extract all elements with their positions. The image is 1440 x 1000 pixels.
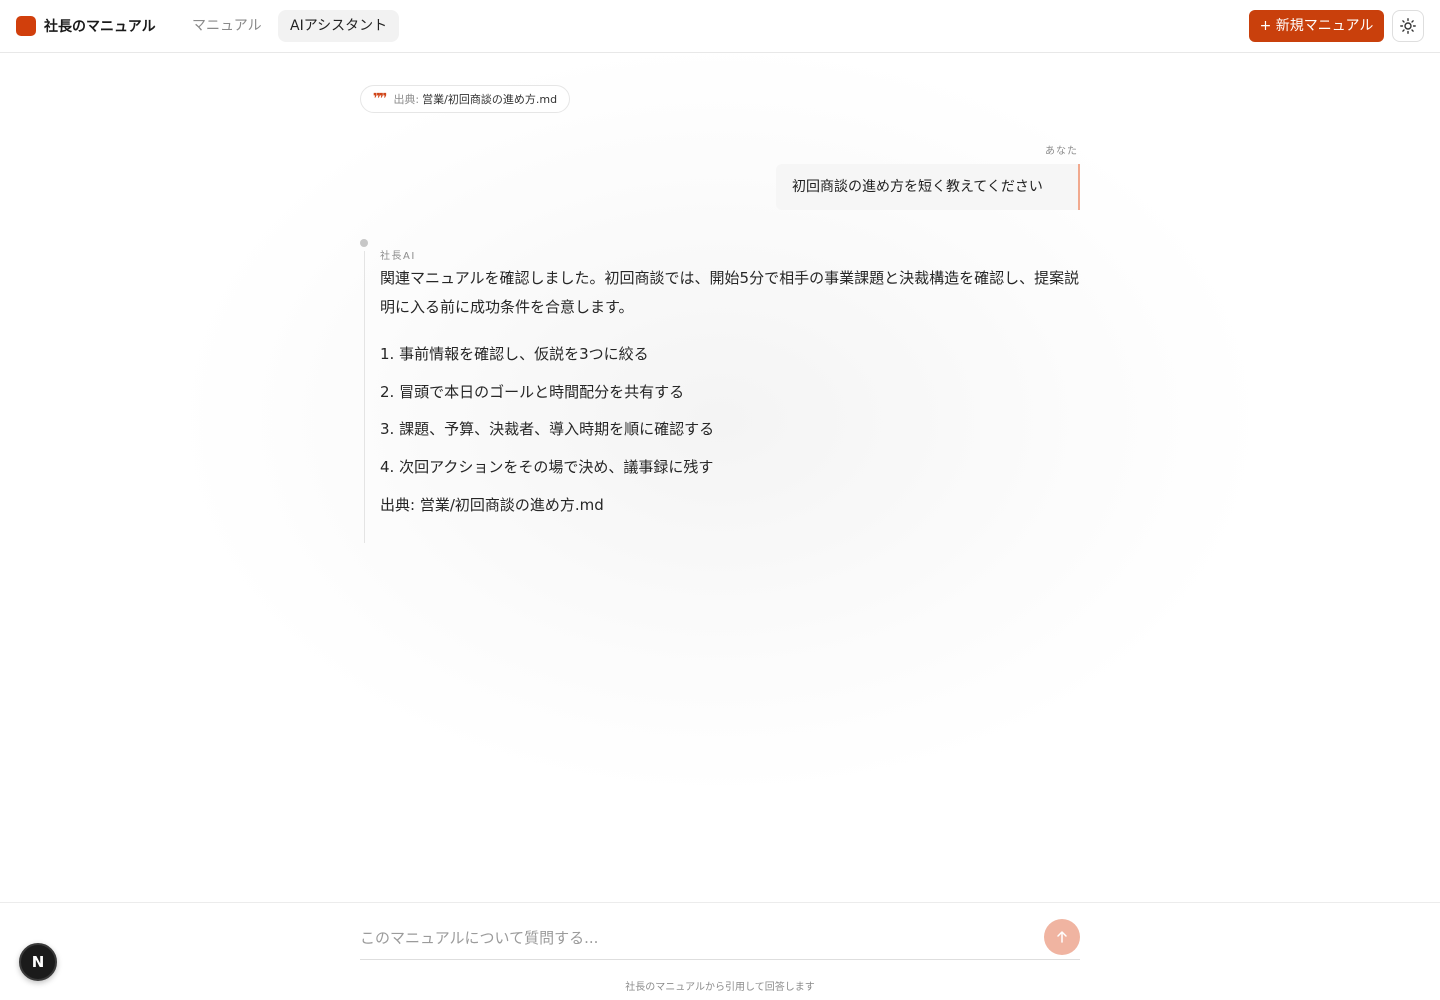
user-message-bubble: 初回商談の進め方を短く教えてください [776, 164, 1080, 210]
ai-message-paragraph: 関連マニュアルを確認しました。初回商談では、開始5分で相手の事業課題と決裁構造を… [380, 269, 1080, 316]
composer [360, 918, 1080, 960]
sun-icon [1400, 18, 1416, 34]
brand-name[interactable]: 社長のマニュアル [44, 16, 156, 36]
theme-toggle-button[interactable] [1392, 10, 1424, 42]
nav-manual[interactable]: マニュアル [180, 10, 274, 42]
ai-message-rail [364, 251, 365, 543]
source-chip-file: 営業/初回商談の進め方.md [422, 93, 558, 106]
dev-badge[interactable]: N [19, 943, 57, 981]
new-manual-button[interactable]: + 新規マニュアル [1249, 10, 1384, 42]
ai-message-source: 出典: 営業/初回商談の進め方.md [380, 495, 604, 514]
source-chip[interactable]: ❞❞ 出典: 営業/初回商談の進め方.md [360, 85, 571, 113]
list-item: 4. 次回アクションをその場で決め、議事録に残す [380, 457, 714, 476]
quote-icon: ❞❞ [373, 91, 388, 107]
ai-step-list: 1. 事前情報を確認し、仮説を3つに絞る 2. 冒頭で本日のゴールと時間配分を共… [380, 342, 1080, 480]
list-item: 3. 課題、予算、決裁者、導入時期を順に確認する [380, 420, 715, 438]
logo-icon[interactable] [16, 16, 36, 36]
ai-message-body: 関連マニュアルを確認しました。初回商談では、開始5分で相手の事業課題と決裁構造を… [380, 264, 1080, 518]
source-chip-label: 出典: [393, 93, 420, 106]
list-item: 2. 冒頭で本日のゴールと時間配分を共有する [380, 382, 685, 401]
list-item: 1. 事前情報を確認し、仮説を3つに絞る [380, 345, 649, 363]
top-header: 社長のマニュアル マニュアル AIアシスタント + 新規マニュアル [0, 0, 1440, 53]
chat-input[interactable] [360, 924, 1030, 952]
composer-footnote: 社長のマニュアルから引用して回答します [625, 982, 815, 993]
nav-ai-assistant[interactable]: AIアシスタント [278, 10, 400, 42]
arrow-up-icon [1057, 931, 1067, 943]
send-button[interactable] [1044, 919, 1080, 955]
ai-author-label: 社長AI [380, 251, 416, 262]
ai-message-dot [360, 239, 368, 247]
user-author-label: あなた [1045, 146, 1078, 157]
